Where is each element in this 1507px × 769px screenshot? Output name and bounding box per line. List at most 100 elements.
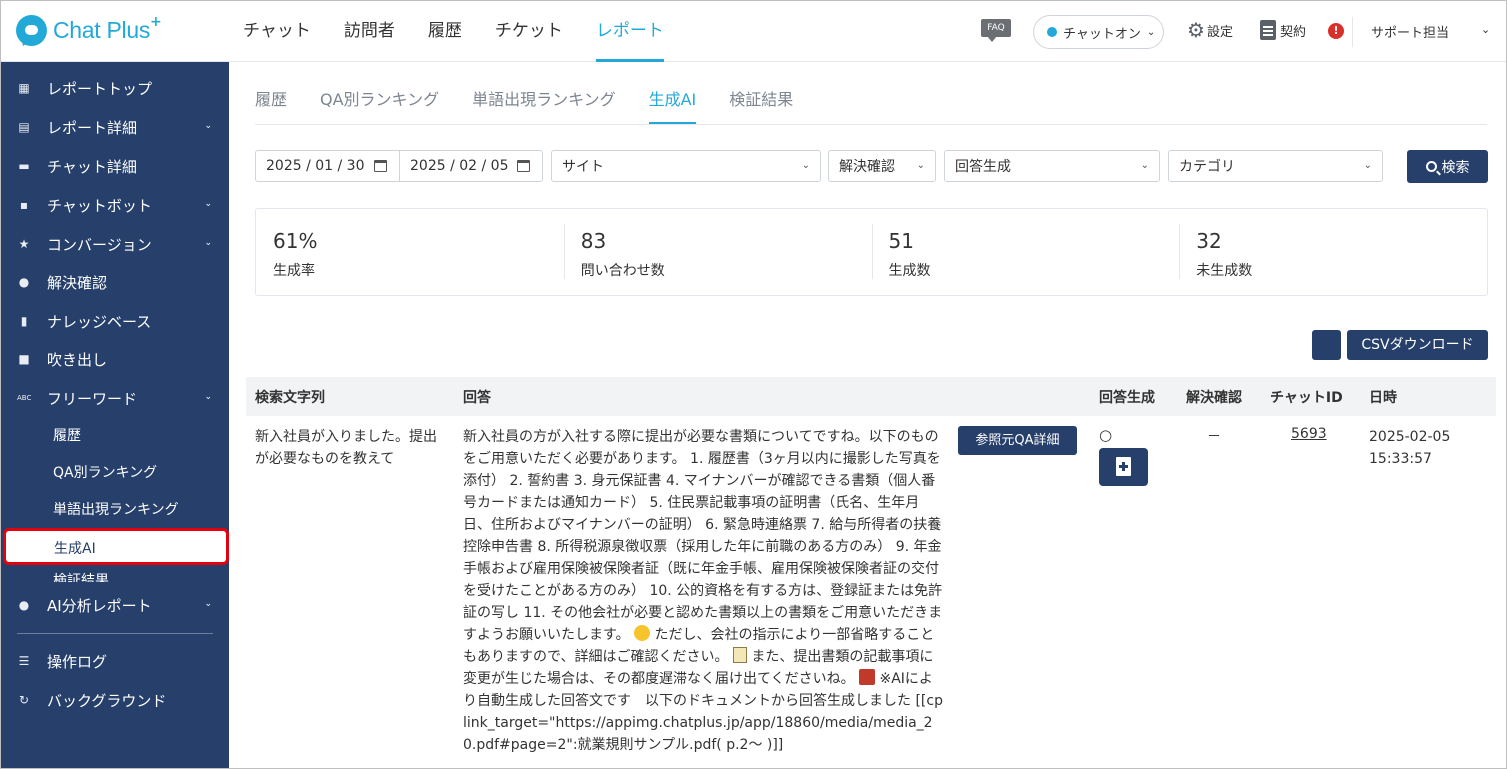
site-select[interactable]: サイト ⌄ — [551, 150, 821, 182]
sidebar-item-resolution[interactable]: ● 解決確認 — [1, 263, 229, 301]
chevron-down-icon: ⌄ — [1140, 160, 1149, 171]
nav-chat[interactable]: チャット — [243, 1, 311, 62]
generated-status: ○ — [1099, 426, 1113, 444]
answer-generation-value: 回答生成 — [955, 159, 1011, 175]
datetime-cell: 2025-02-05 15:33:57 — [1369, 426, 1450, 470]
sidebar-item-knowledge-base[interactable]: ▮ ナレッジベース — [1, 302, 229, 340]
stat-not-generated: 32 未生成数 — [1179, 209, 1487, 295]
sidebar-item-chatbot[interactable]: ▪ チャットボット ⌄ — [1, 186, 229, 224]
column-header-generated[interactable]: 回答生成 — [1099, 387, 1155, 407]
book-icon: ▮ — [20, 314, 28, 328]
answer-text-1: 新入社員の方が入社する際に提出が必要な書類についてですね。以下のものをご用意いた… — [463, 429, 943, 643]
column-header-resolved[interactable]: 解決確認 — [1186, 387, 1242, 407]
reference-qa-detail-button[interactable]: 参照元QA詳細 — [958, 426, 1077, 455]
logo-plus: + — [150, 13, 162, 30]
date-to-field[interactable]: 2025 / 02 / 05 — [399, 150, 543, 182]
stat-label: 問い合わせ数 — [580, 263, 665, 279]
sidebar-item-freeword[interactable]: ABC フリーワード ⌄ — [1, 379, 229, 417]
nav-reports[interactable]: レポート — [595, 1, 664, 62]
sidebar-item-operation-log[interactable]: ☰ 操作ログ — [1, 642, 229, 680]
chart-icon: ▤ — [18, 120, 30, 134]
stat-label: 生成率 — [273, 263, 315, 279]
status-dot-icon — [1047, 27, 1057, 37]
sidebar-sub-qa-ranking[interactable]: QA別ランキング — [53, 462, 157, 482]
tab-word-ranking[interactable]: 単語出現ランキング — [472, 83, 616, 124]
sidebar-item-chat-detail[interactable]: ▬ チャット詳細 — [1, 147, 229, 185]
sidebar-item-balloon[interactable]: ■ 吹き出し — [1, 340, 229, 378]
top-bar: Chat Plus + チャット 訪問者 履歴 チケット レポート FAQ チャッ… — [1, 1, 1506, 62]
lightbulb-icon: ● — [18, 275, 30, 289]
document-icon — [1260, 20, 1276, 40]
list-icon: ☰ — [18, 654, 30, 668]
chevron-up-icon: ⌄ — [204, 392, 212, 402]
chat-id-link[interactable]: 5693 — [1291, 426, 1327, 442]
chevron-down-icon[interactable]: ⌄ — [1481, 23, 1490, 36]
stat-inquiries: 83 問い合わせ数 — [563, 209, 872, 295]
csv-download-button[interactable]: CSVダウンロード — [1347, 330, 1488, 360]
sidebar-item-label: フリーワード — [47, 389, 138, 408]
contract-button[interactable]: 契約 — [1260, 20, 1306, 40]
stats-panel: 61% 生成率 83 問い合わせ数 51 生成数 32 未生成数 — [255, 208, 1488, 296]
sidebar-item-label: 吹き出し — [47, 350, 108, 369]
site-select-value: サイト — [562, 159, 604, 175]
column-header-chat-id[interactable]: チャットID — [1270, 387, 1343, 407]
resolved-status: － — [1207, 429, 1221, 445]
date-from-value: 2025 / 01 / 30 — [266, 158, 365, 174]
sidebar-item-report-detail[interactable]: ▤ レポート詳細 ⌄ — [1, 108, 229, 146]
logo[interactable]: Chat Plus + — [16, 13, 162, 48]
user-menu[interactable]: サポート担当 — [1371, 22, 1449, 41]
nav-tickets[interactable]: チケット — [495, 1, 563, 62]
answer-generation-select[interactable]: 回答生成 ⌄ — [944, 150, 1160, 182]
chevron-down-icon: ⌄ — [1146, 26, 1156, 38]
dashboard-icon: ▦ — [18, 81, 30, 95]
settings-button[interactable]: ⚙ 設定 — [1187, 20, 1233, 40]
chevron-down-icon: ⌄ — [204, 199, 212, 209]
sidebar-sub-generative-ai[interactable]: 生成AI — [3, 528, 229, 565]
add-file-button[interactable] — [1099, 448, 1148, 486]
chat-status-dropdown[interactable]: チャットオン ⌄ — [1033, 15, 1164, 49]
chevron-down-icon: ⌄ — [204, 238, 212, 248]
memo-emoji-icon — [732, 647, 747, 663]
settings-label: 設定 — [1206, 24, 1233, 40]
date-value: 2025-02-05 — [1369, 429, 1451, 445]
table-header: 検索文字列 回答 回答生成 解決確認 チャットID 日時 — [246, 377, 1496, 416]
nav-history[interactable]: 履歴 — [428, 1, 462, 62]
column-settings-button[interactable] — [1312, 330, 1341, 360]
sidebar-item-label: レポート詳細 — [47, 118, 138, 137]
time-value: 15:33:57 — [1369, 451, 1432, 467]
sidebar-item-report-top[interactable]: ▦ レポートトップ — [1, 69, 229, 107]
category-select[interactable]: カテゴリ ⌄ — [1168, 150, 1383, 182]
sidebar-sub-history[interactable]: 履歴 — [53, 425, 81, 445]
stat-generated: 51 生成数 — [871, 209, 1180, 295]
column-header-query[interactable]: 検索文字列 — [255, 387, 325, 407]
chat-icon: ▬ — [18, 159, 30, 173]
nav-visitors[interactable]: 訪問者 — [344, 1, 395, 62]
smile-emoji-icon — [634, 625, 651, 641]
sidebar-item-label: AI分析レポート — [47, 596, 152, 615]
search-button[interactable]: 検索 — [1407, 150, 1488, 183]
tab-verification[interactable]: 検証結果 — [729, 83, 793, 124]
tab-history[interactable]: 履歴 — [255, 83, 287, 124]
table-row: 新入社員が入りました。提出が必要なものを教えて 新入社員の方が入社する際に提出が… — [246, 416, 1496, 768]
column-header-datetime[interactable]: 日時 — [1369, 387, 1397, 407]
sidebar-item-background[interactable]: ↻ バックグラウンド — [1, 681, 229, 719]
resolution-select[interactable]: 解決確認 ⌄ — [828, 150, 936, 182]
chevron-down-icon: ⌄ — [916, 160, 925, 171]
stat-generation-rate: 61% 生成率 — [256, 209, 564, 295]
date-from-field[interactable]: 2025 / 01 / 30 — [255, 150, 400, 182]
sidebar-item-ai-report[interactable]: ● AI分析レポート ⌄ — [1, 586, 229, 624]
calendar-icon — [374, 160, 387, 172]
divider — [17, 633, 213, 634]
stat-value: 32 — [1196, 229, 1222, 253]
sidebar-item-conversion[interactable]: ★ コンバージョン ⌄ — [1, 225, 229, 263]
stat-label: 生成数 — [888, 263, 931, 279]
faq-icon[interactable]: FAQ — [981, 19, 1011, 43]
chevron-down-icon: ⌄ — [204, 599, 212, 609]
tab-generative-ai[interactable]: 生成AI — [648, 83, 697, 124]
tab-qa-ranking[interactable]: QA別ランキング — [320, 83, 439, 124]
sidebar-sub-verification[interactable]: 検証結果 — [53, 570, 109, 582]
column-header-answer[interactable]: 回答 — [463, 387, 491, 407]
alert-icon[interactable]: ! — [1328, 23, 1344, 39]
sidebar-item-label: バックグラウンド — [47, 691, 167, 710]
sidebar-sub-word-ranking[interactable]: 単語出現ランキング — [53, 499, 179, 519]
